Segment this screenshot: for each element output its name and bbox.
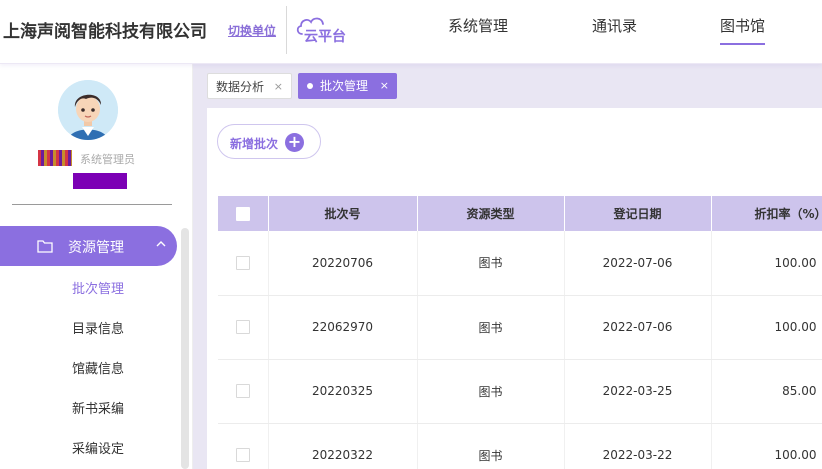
close-icon[interactable]: × xyxy=(380,73,389,99)
table-row[interactable]: 20220706 图书 2022-07-06 100.00 xyxy=(218,231,822,296)
header-divider xyxy=(286,6,287,54)
active-dot-icon xyxy=(307,83,313,89)
tab-bar: 数据分析 × 批次管理 × xyxy=(193,64,822,108)
select-all-cell xyxy=(218,196,269,231)
switch-unit-link[interactable]: 切换单位 xyxy=(228,22,276,39)
content-panel: 新增批次 + 批次号 资源类型 登记日期 折扣率（%） 20220706 图书 … xyxy=(207,108,822,469)
menu-group-label: 资源管理 xyxy=(68,240,124,256)
table-row[interactable]: 20220322 图书 2022-03-22 100.00 xyxy=(218,423,822,469)
table-row[interactable]: 20220325 图书 2022-03-25 85.00 xyxy=(218,359,822,424)
row-select-cell xyxy=(218,295,269,360)
discount-rate-cell: 85.00 xyxy=(711,359,822,424)
batch-number-cell: 22062970 xyxy=(268,295,418,360)
column-header-register-date[interactable]: 登记日期 xyxy=(564,196,712,231)
batch-number-cell: 20220325 xyxy=(268,359,418,424)
row-checkbox[interactable] xyxy=(235,448,250,463)
platform-label: 云平台 xyxy=(304,29,346,45)
row-checkbox[interactable] xyxy=(235,320,250,335)
table-row[interactable]: 22062970 图书 2022-07-06 100.00 xyxy=(218,295,822,360)
discount-rate-cell: 100.00 xyxy=(711,423,822,469)
avatar[interactable] xyxy=(58,80,118,140)
sidebar-item-new-book-cataloging[interactable]: 新书采编 xyxy=(72,398,124,417)
resource-type-cell: 图书 xyxy=(417,359,565,424)
select-all-checkbox[interactable] xyxy=(235,206,250,221)
company-name: 上海声阅智能科技有限公司 xyxy=(3,22,207,42)
plus-icon: + xyxy=(285,133,304,152)
batch-number-cell: 20220322 xyxy=(268,423,418,469)
menu-group-resource-management[interactable]: 资源管理 xyxy=(0,226,177,266)
nav-contacts[interactable]: 通讯录 xyxy=(592,15,637,36)
nav-system-management[interactable]: 系统管理 xyxy=(448,15,508,36)
row-select-cell xyxy=(218,359,269,424)
register-date-cell: 2022-07-06 xyxy=(564,231,712,296)
user-unit-redacted xyxy=(73,173,127,189)
user-name-redaction-mark xyxy=(38,150,72,166)
sidebar-item-batch-management[interactable]: 批次管理 xyxy=(72,278,124,297)
sidebar-item-cataloging-settings[interactable]: 采编设定 xyxy=(72,438,124,457)
nav-library[interactable]: 图书馆 xyxy=(720,15,766,45)
sidebar: 系统管理员 资源管理 批次管理 目录信息 馆藏信息 新书采编 采编设定 xyxy=(0,64,193,469)
discount-rate-cell: 100.00 xyxy=(711,295,822,360)
avatar-image xyxy=(58,80,118,140)
sidebar-item-holdings-info[interactable]: 馆藏信息 xyxy=(72,358,124,377)
folder-icon xyxy=(37,240,53,253)
batch-number-cell: 20220706 xyxy=(268,231,418,296)
resource-type-cell: 图书 xyxy=(417,231,565,296)
row-checkbox[interactable] xyxy=(235,256,250,270)
tab-batch-management[interactable]: 批次管理 × xyxy=(298,73,397,99)
user-role: 系统管理员 xyxy=(80,153,135,166)
close-icon[interactable]: × xyxy=(274,74,283,100)
column-header-batch-no[interactable]: 批次号 xyxy=(268,196,418,231)
chevron-up-icon xyxy=(156,241,166,247)
tab-label: 数据分析 xyxy=(216,80,265,94)
sidebar-divider xyxy=(12,204,172,205)
tab-data-analysis[interactable]: 数据分析 × xyxy=(207,73,292,99)
row-select-cell xyxy=(218,423,269,469)
register-date-cell: 2022-03-25 xyxy=(564,359,712,424)
add-batch-button[interactable]: 新增批次 + xyxy=(217,124,321,159)
register-date-cell: 2022-03-22 xyxy=(564,423,712,469)
add-batch-label: 新增批次 xyxy=(230,137,279,151)
resource-type-cell: 图书 xyxy=(417,423,565,469)
table-header-row: 批次号 资源类型 登记日期 折扣率（%） xyxy=(218,196,822,231)
batch-table: 批次号 资源类型 登记日期 折扣率（%） 20220706 图书 2022-07… xyxy=(218,196,822,469)
row-select-cell xyxy=(218,231,269,296)
sidebar-item-catalog-info[interactable]: 目录信息 xyxy=(72,318,124,337)
cloud-platform-logo[interactable]: 云平台 xyxy=(296,14,356,46)
tab-label: 批次管理 xyxy=(320,79,369,93)
row-checkbox[interactable] xyxy=(235,384,250,399)
column-header-discount-rate[interactable]: 折扣率（%） xyxy=(711,196,822,231)
resource-type-cell: 图书 xyxy=(417,295,565,360)
column-header-resource-type[interactable]: 资源类型 xyxy=(417,196,565,231)
register-date-cell: 2022-07-06 xyxy=(564,295,712,360)
sidebar-scrollbar[interactable] xyxy=(181,228,189,469)
top-header: 上海声阅智能科技有限公司 切换单位 云平台 系统管理 通讯录 图书馆 xyxy=(0,0,822,64)
discount-rate-cell: 100.00 xyxy=(711,231,822,296)
main-content: 新增批次 + 批次号 资源类型 登记日期 折扣率（%） 20220706 图书 … xyxy=(193,108,822,469)
